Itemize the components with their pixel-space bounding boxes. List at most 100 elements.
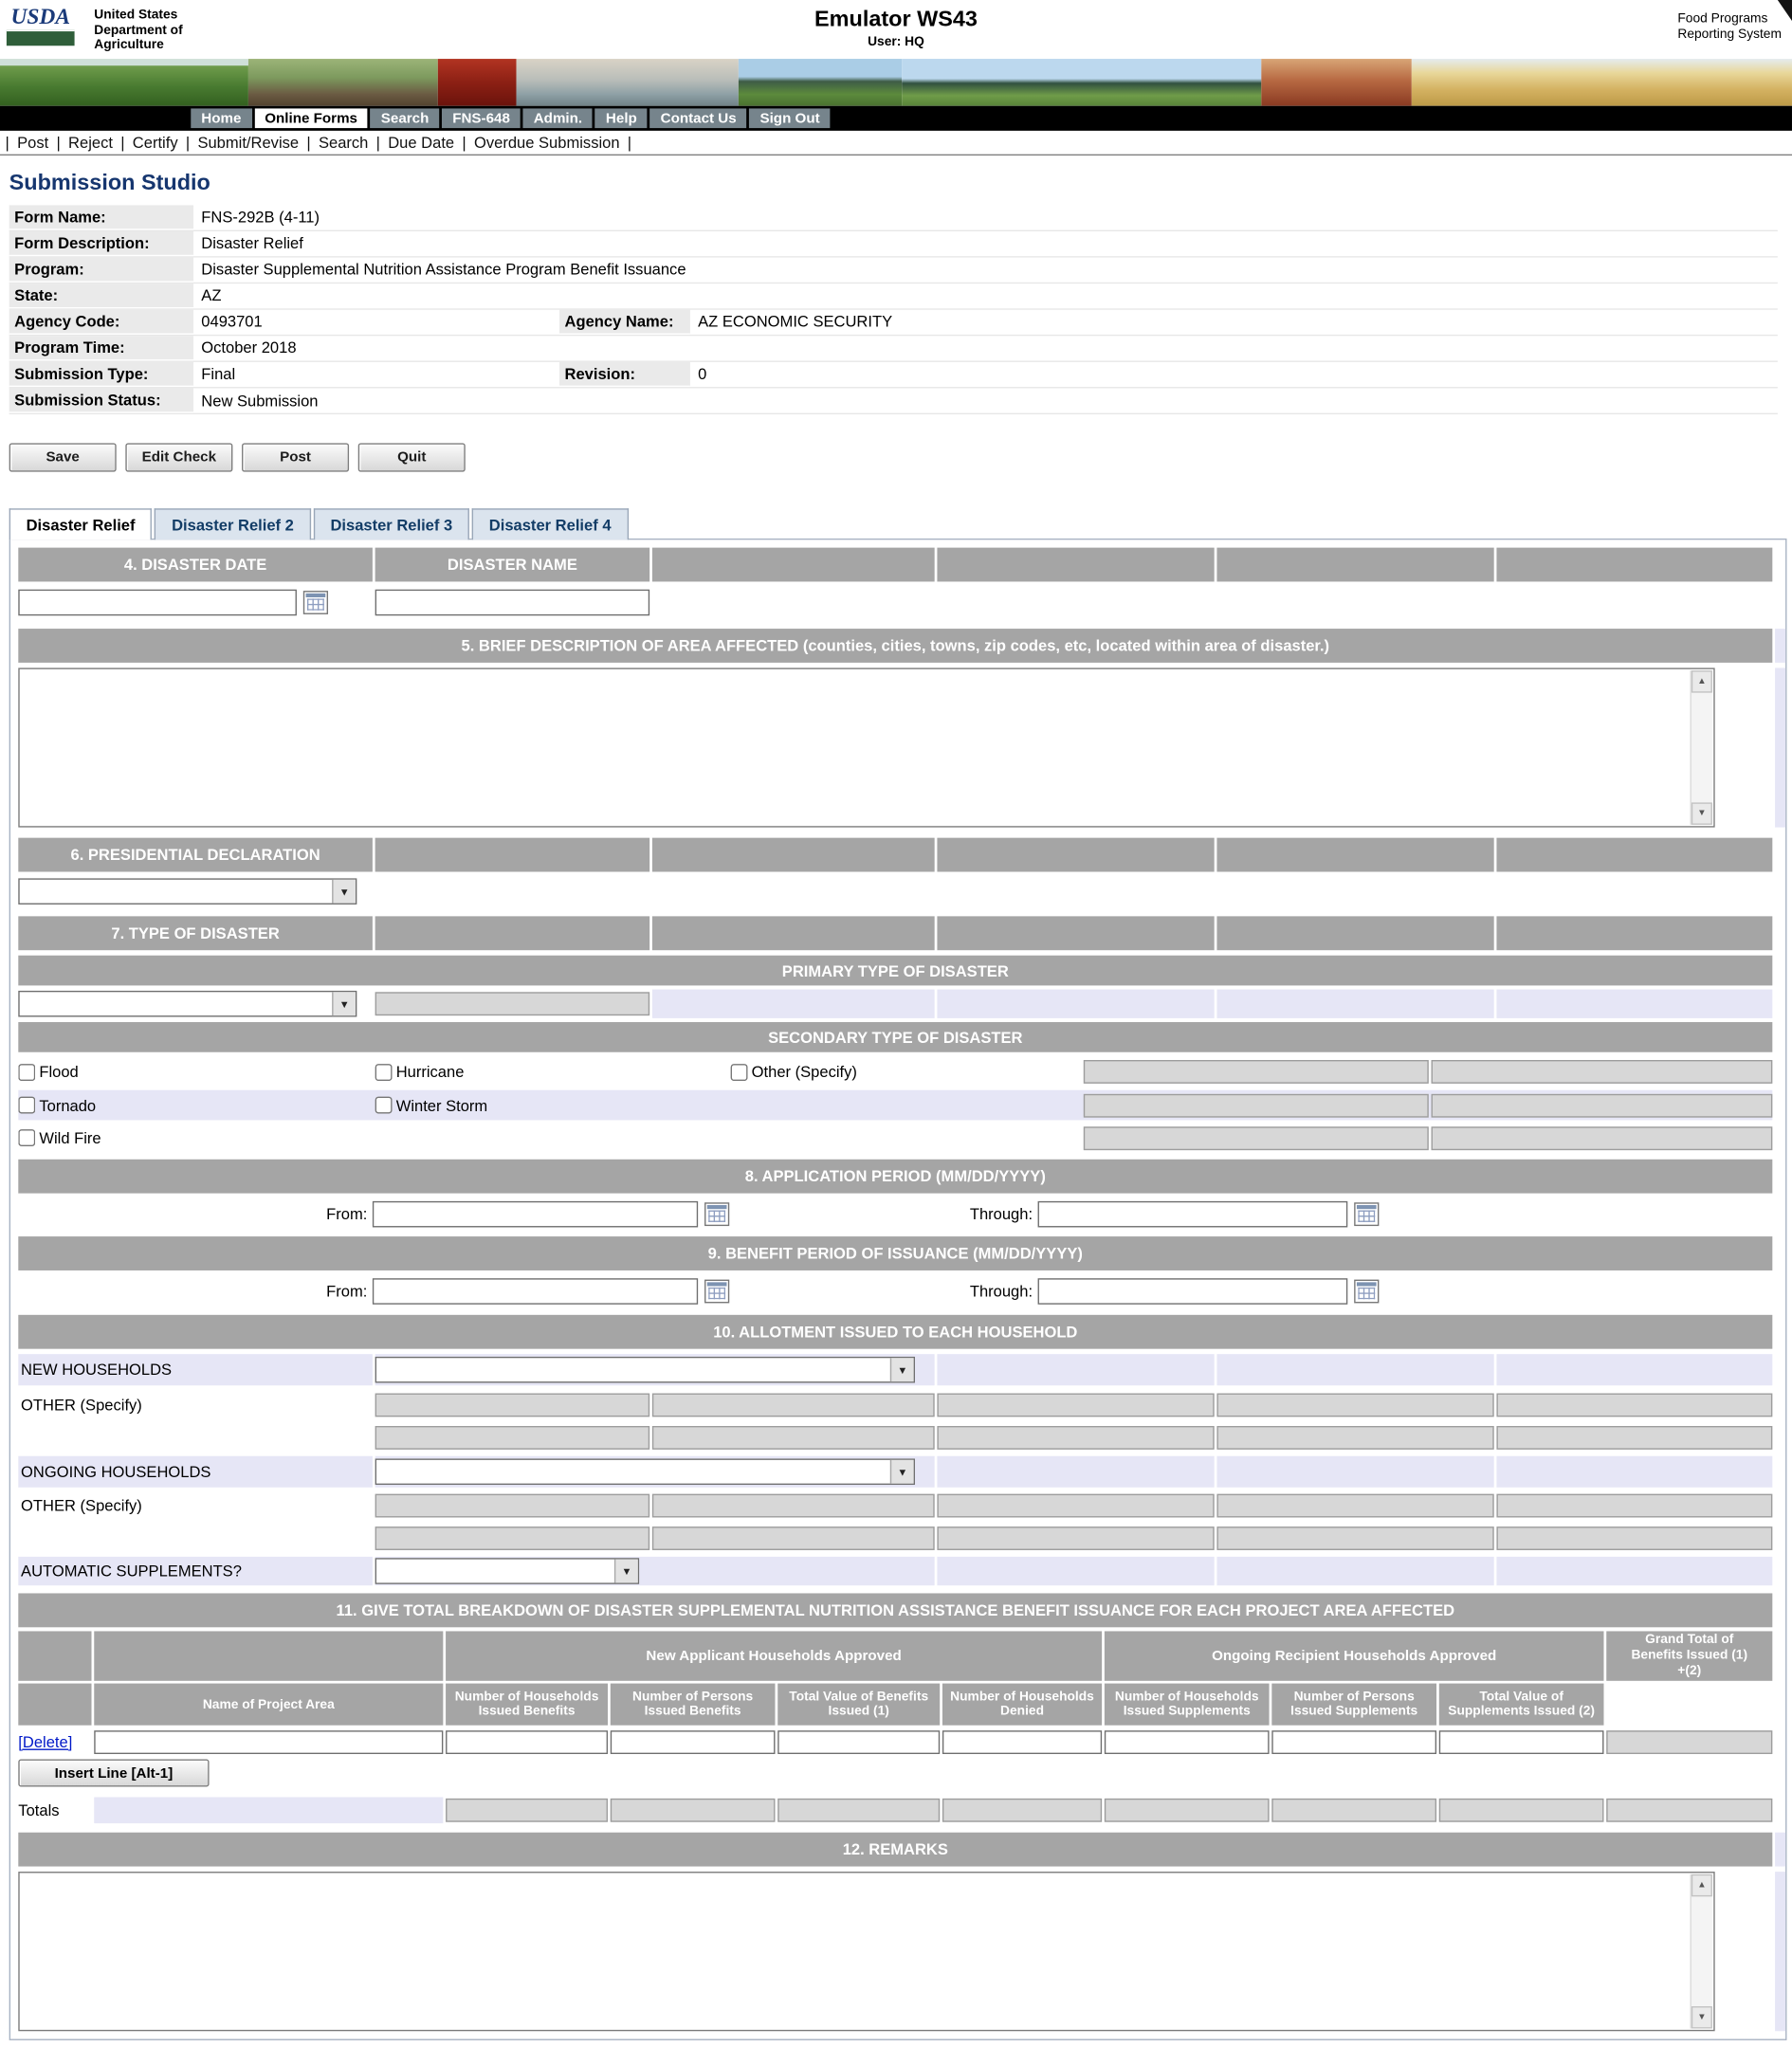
quit-button[interactable]: Quit	[358, 443, 466, 471]
new-other-input-4	[1216, 1394, 1493, 1417]
primary-type-row: ▼	[18, 990, 1772, 1018]
nav-tab-sign-out[interactable]: Sign Out	[749, 108, 830, 128]
tornado-checkbox[interactable]	[18, 1097, 35, 1114]
right-strip	[1775, 1872, 1785, 2031]
benefit-from-input[interactable]	[373, 1278, 698, 1305]
automatic-supplements-select[interactable]: ▼	[375, 1558, 639, 1584]
totals-persons-issued-supplements	[1271, 1799, 1436, 1822]
lavender-cell	[937, 1354, 1214, 1385]
delete-row-link[interactable]: [Delete]	[18, 1732, 72, 1750]
nav-tab-help[interactable]: Help	[595, 108, 648, 128]
secondary-specify-input-1a	[1084, 1060, 1429, 1084]
other-specify-checkbox[interactable]	[731, 1063, 748, 1080]
link-post[interactable]: Post	[17, 134, 48, 152]
link-due-date[interactable]: Due Date	[388, 134, 454, 152]
nav-tab-admin[interactable]: Admin.	[523, 108, 593, 128]
column-header: Number of Households Issued Supplements	[1105, 1684, 1270, 1726]
scroll-down-icon[interactable]: ▼	[1691, 802, 1712, 824]
textarea-scrollbar[interactable]: ▲ ▼	[1690, 670, 1711, 825]
tab-disaster-relief-3[interactable]: Disaster Relief 3	[314, 508, 470, 539]
primary-disaster-type-select[interactable]: ▼	[18, 991, 357, 1017]
other-specify-label: Other (Specify)	[752, 1063, 857, 1081]
section5-header-row: 5. BRIEF DESCRIPTION OF AREA AFFECTED (c…	[18, 629, 1785, 663]
hurricane-checkbox[interactable]	[375, 1063, 393, 1080]
benefit-through-calendar-icon[interactable]	[1354, 1280, 1379, 1304]
application-from-input[interactable]	[373, 1201, 698, 1228]
column-header: Total Value of Supplements Issued (2)	[1439, 1684, 1604, 1726]
banner-photo-family	[1261, 59, 1412, 106]
link-search[interactable]: Search	[319, 134, 368, 152]
tab-disaster-relief-4[interactable]: Disaster Relief 4	[472, 508, 629, 539]
value-supplements-issued-input[interactable]	[1439, 1730, 1604, 1754]
households-issued-benefits-input[interactable]	[446, 1730, 608, 1754]
winter-storm-checkbox[interactable]	[375, 1097, 393, 1114]
scroll-down-icon[interactable]: ▼	[1691, 2006, 1712, 2028]
tab-disaster-relief[interactable]: Disaster Relief	[9, 508, 153, 539]
ongoing-other-row-1: OTHER (Specify)	[18, 1490, 1772, 1521]
tab-disaster-relief-2[interactable]: Disaster Relief 2	[155, 508, 311, 539]
nav-tab-fns648[interactable]: FNS-648	[442, 108, 521, 128]
nav-tab-contact-us[interactable]: Contact Us	[650, 108, 747, 128]
link-reject[interactable]: Reject	[68, 134, 113, 152]
agency-code-value: 0493701	[193, 310, 559, 335]
totals-households-issued-supplements	[1105, 1799, 1270, 1822]
insert-line-button[interactable]: Insert Line [Alt-1]	[18, 1760, 209, 1787]
scroll-up-icon[interactable]: ▲	[1691, 670, 1712, 692]
disaster-name-header: DISASTER NAME	[375, 548, 649, 582]
lavender-cell	[1216, 990, 1493, 1018]
section4-header-row: 4. DISASTER DATE DISASTER NAME	[18, 548, 1772, 582]
remarks-textarea[interactable]: ▲ ▼	[18, 1872, 1714, 2031]
application-through-input[interactable]	[1038, 1201, 1348, 1228]
benefit-from-calendar-icon[interactable]	[704, 1280, 729, 1304]
application-through-calendar-icon[interactable]	[1354, 1202, 1379, 1226]
persons-issued-benefits-input[interactable]	[611, 1730, 776, 1754]
presidential-declaration-select[interactable]: ▼	[18, 878, 357, 905]
flood-checkbox[interactable]	[18, 1063, 35, 1080]
form-info-row: Agency Code: 0493701 Agency Name: AZ ECO…	[9, 310, 1778, 337]
nav-tab-home[interactable]: Home	[191, 108, 251, 128]
right-strip	[1775, 667, 1785, 827]
totals-name-cell	[94, 1798, 443, 1824]
ongoing-households-label: ONGOING HOUSEHOLDS	[18, 1456, 373, 1488]
totals-label: Totals	[18, 1801, 91, 1819]
form-info-table: Form Name: FNS-292B (4-11) Form Descript…	[9, 205, 1778, 414]
form-info-row: Form Description: Disaster Relief	[9, 231, 1778, 258]
lavender-cell	[1216, 1354, 1493, 1385]
value-benefits-issued-input[interactable]	[777, 1730, 940, 1754]
households-denied-input[interactable]	[942, 1730, 1102, 1754]
section10-header: 10. ALLOTMENT ISSUED TO EACH HOUSEHOLD	[18, 1315, 1772, 1349]
header-cell	[937, 916, 1214, 950]
save-button[interactable]: Save	[9, 443, 117, 471]
disaster-date-calendar-icon[interactable]	[303, 591, 328, 614]
area-affected-textarea[interactable]: ▲ ▼	[18, 667, 1714, 827]
persons-issued-supplements-input[interactable]	[1271, 1730, 1436, 1754]
new-other-input-5	[1496, 1394, 1772, 1417]
ongoing-households-allotment-select[interactable]: ▼	[375, 1458, 915, 1485]
project-area-name-input[interactable]	[94, 1730, 443, 1754]
nav-tab-online-forms[interactable]: Online Forms	[254, 108, 368, 128]
nav-tab-search[interactable]: Search	[371, 108, 440, 128]
textarea-scrollbar[interactable]: ▲ ▼	[1690, 1874, 1711, 2029]
disaster-name-input[interactable]	[375, 590, 649, 616]
secondary-specify-input-3a	[1084, 1126, 1429, 1150]
link-certify[interactable]: Certify	[133, 134, 178, 152]
link-overdue-submission[interactable]: Overdue Submission	[474, 134, 620, 152]
disaster-date-input[interactable]	[18, 590, 297, 616]
disaster-date-header: 4. DISASTER DATE	[18, 548, 373, 582]
link-submit-revise[interactable]: Submit/Revise	[197, 134, 299, 152]
benefit-through-input[interactable]	[1038, 1278, 1348, 1305]
wild-fire-checkbox[interactable]	[18, 1129, 35, 1146]
lavender-cell	[937, 990, 1214, 1018]
header-cell	[18, 1684, 91, 1726]
edit-check-button[interactable]: Edit Check	[125, 443, 232, 471]
application-from-calendar-icon[interactable]	[704, 1202, 729, 1226]
separator: |	[376, 134, 380, 152]
post-button[interactable]: Post	[242, 443, 349, 471]
households-issued-supplements-input[interactable]	[1105, 1730, 1270, 1754]
scroll-up-icon[interactable]: ▲	[1691, 1874, 1712, 1896]
section8-header: 8. APPLICATION PERIOD (MM/DD/YYYY)	[18, 1160, 1772, 1194]
agency-name-label: Agency Name:	[559, 310, 690, 335]
agency-name-value: AZ ECONOMIC SECURITY	[690, 310, 901, 335]
totals-persons-issued-benefits	[611, 1799, 776, 1822]
new-households-allotment-select[interactable]: ▼	[375, 1357, 915, 1383]
